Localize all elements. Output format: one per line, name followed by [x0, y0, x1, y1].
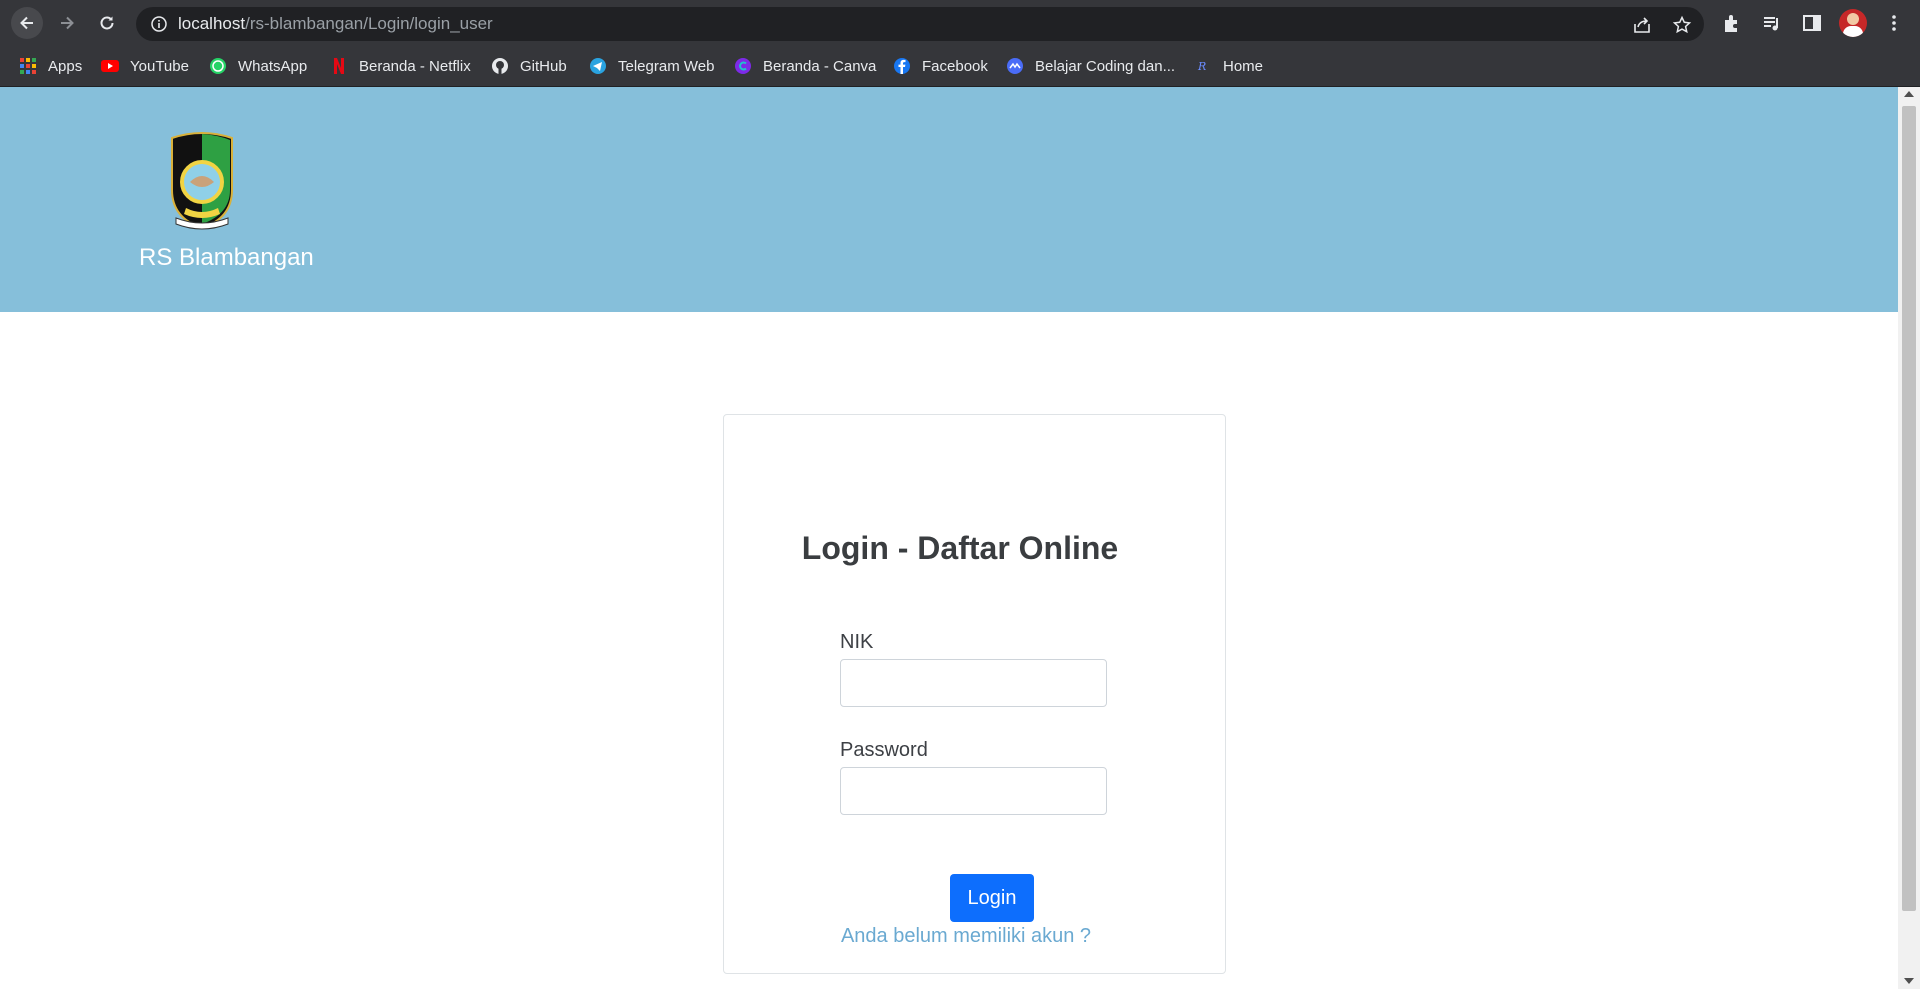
nik-label: NIK [840, 631, 874, 653]
share-icon[interactable] [1632, 15, 1652, 35]
scroll-down-arrow-icon[interactable] [1904, 978, 1914, 984]
bookmark-star-icon[interactable] [1672, 15, 1692, 35]
bookmark-facebook[interactable]: Facebook [893, 54, 988, 78]
bookmark-label: Facebook [922, 57, 988, 75]
bookmark-github[interactable]: GitHub [491, 54, 567, 78]
site-title: RS Blambangan [139, 244, 314, 271]
youtube-icon [101, 60, 119, 72]
browser-chrome: localhost/rs-blambangan/Login/login_user… [0, 0, 1920, 87]
nik-input[interactable] [840, 659, 1107, 707]
rs-blambangan-logo [171, 132, 233, 230]
bookmark-label: Beranda - Netflix [359, 57, 471, 75]
bookmark-label: Telegram Web [618, 57, 715, 75]
password-label: Password [840, 739, 928, 761]
media-queue-icon[interactable] [1761, 12, 1783, 34]
bookmark-apps[interactable]: Apps [19, 54, 82, 78]
register-link[interactable]: Anda belum memiliki akun ? [0, 925, 1920, 948]
side-panel-icon[interactable] [1801, 12, 1823, 34]
password-input[interactable] [840, 767, 1107, 815]
bookmark-label: WhatsApp [238, 57, 308, 75]
browser-toolbar: localhost/rs-blambangan/Login/login_user [0, 0, 1920, 46]
facebook-icon [894, 58, 910, 74]
whatsapp-icon [210, 58, 226, 74]
bookmark-home[interactable]: R Home [1194, 54, 1263, 78]
reload-icon [100, 16, 114, 30]
github-icon [492, 58, 508, 74]
forward-button[interactable] [51, 7, 83, 39]
netflix-icon [334, 58, 344, 74]
url-host: localhost [178, 14, 246, 33]
bookmark-youtube[interactable]: YouTube [101, 54, 189, 78]
reload-button[interactable] [91, 7, 123, 39]
bookmark-label: Beranda - Canva [763, 57, 877, 75]
login-title: Login - Daftar Online [801, 530, 1119, 566]
home-icon: R [1197, 60, 1206, 73]
apps-grid-icon [20, 58, 36, 74]
bookmarks-bar: Apps YouTube WhatsApp Beranda - Netflix … [0, 46, 1920, 87]
bookmark-label: Belajar Coding dan... [1035, 57, 1176, 75]
bookmark-whatsapp[interactable]: WhatsApp [209, 54, 307, 78]
bookmark-label: GitHub [520, 57, 567, 75]
site-header: RS Blambangan [0, 87, 1898, 312]
url-path: /rs-blambangan/Login/login_user [245, 14, 493, 33]
address-bar[interactable]: localhost/rs-blambangan/Login/login_user [136, 7, 1704, 41]
arrow-right-icon [61, 16, 74, 30]
canva-icon [735, 58, 751, 74]
telegram-icon [590, 58, 606, 74]
extensions-puzzle-icon[interactable] [1721, 12, 1743, 34]
more-menu-icon[interactable] [1883, 12, 1905, 34]
bookmark-belajar-coding[interactable]: Belajar Coding dan... [1006, 54, 1175, 78]
bookmark-label: Apps [48, 57, 83, 75]
page-scrollbar[interactable] [1898, 87, 1920, 989]
coding-icon [1007, 58, 1023, 74]
svg-text:R: R [1197, 60, 1206, 73]
profile-avatar[interactable] [1839, 9, 1867, 37]
scroll-up-arrow-icon[interactable] [1904, 91, 1914, 97]
back-button[interactable] [11, 7, 43, 39]
arrow-left-icon [20, 16, 33, 30]
bookmark-canva[interactable]: Beranda - Canva [734, 54, 876, 78]
bookmark-label: YouTube [130, 57, 189, 75]
url-text[interactable]: localhost/rs-blambangan/Login/login_user [178, 15, 493, 33]
site-info-icon[interactable] [150, 15, 168, 33]
bookmark-netflix[interactable]: Beranda - Netflix [330, 54, 471, 78]
bookmark-label: Home [1223, 57, 1264, 75]
bookmark-telegram[interactable]: Telegram Web [589, 54, 714, 78]
login-button[interactable]: Login [950, 874, 1034, 922]
scrollbar-thumb[interactable] [1902, 106, 1916, 911]
